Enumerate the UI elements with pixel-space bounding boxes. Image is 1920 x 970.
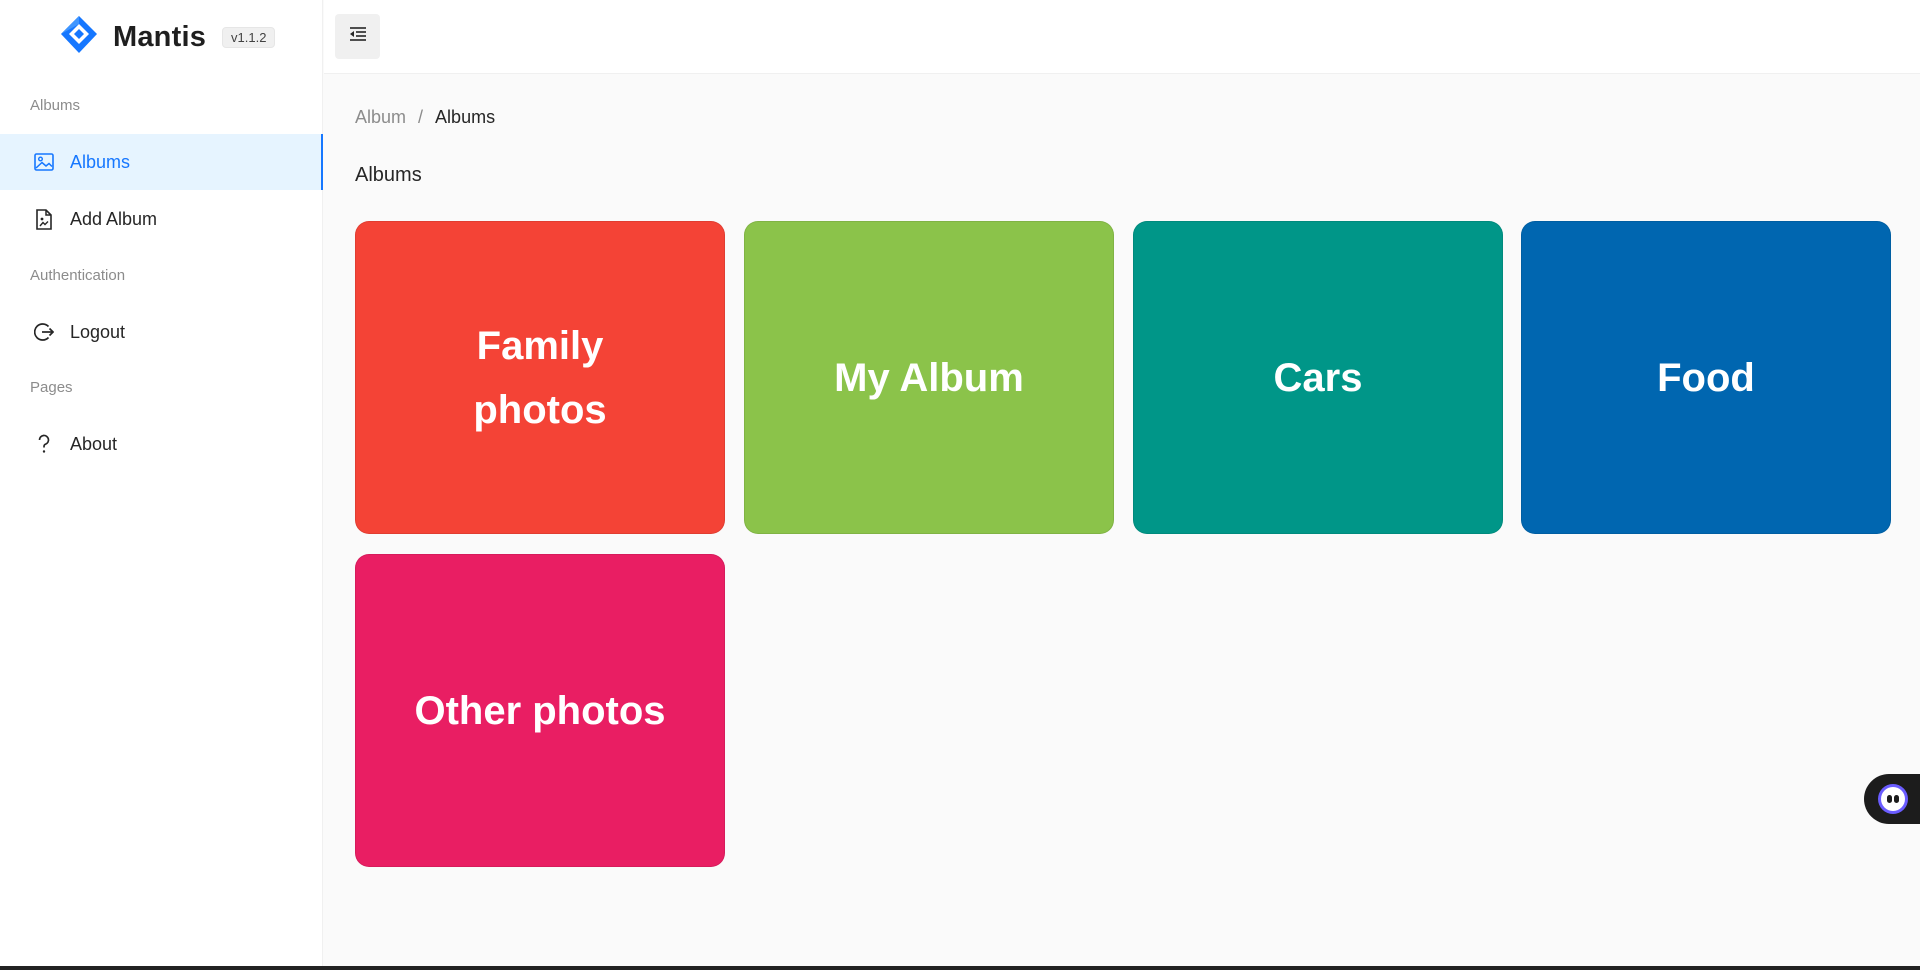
breadcrumb-current: Albums bbox=[435, 107, 496, 127]
chat-widget-button[interactable] bbox=[1864, 774, 1920, 824]
picture-icon bbox=[34, 152, 54, 172]
sidebar: Mantis v1.1.2 Albums Albums Add Album Au… bbox=[0, 0, 323, 966]
sidebar-item-add-album[interactable]: Add Album bbox=[0, 191, 323, 247]
sidebar-item-label: Add Album bbox=[70, 208, 158, 229]
album-title: Food bbox=[1657, 355, 1755, 400]
file-image-icon bbox=[34, 208, 54, 230]
album-card[interactable]: Cars bbox=[1133, 221, 1503, 534]
sidebar-item-about[interactable]: About bbox=[0, 416, 323, 472]
nav-group-title-pages: Pages bbox=[30, 379, 73, 396]
nav-group-title-albums: Albums bbox=[30, 97, 81, 114]
mantis-logo-icon bbox=[60, 15, 98, 60]
logout-icon bbox=[34, 322, 54, 342]
album-card[interactable]: Family photos bbox=[355, 221, 725, 534]
brand[interactable]: Mantis v1.1.2 bbox=[60, 15, 276, 60]
album-title: Family photos bbox=[473, 323, 607, 432]
sidebar-toggle-button[interactable] bbox=[335, 14, 380, 59]
page-title: Albums bbox=[355, 164, 422, 186]
nav-group-title-authentication: Authentication bbox=[30, 267, 126, 284]
window-bottom-border bbox=[0, 966, 1920, 970]
sidebar-item-label: About bbox=[70, 433, 118, 454]
sidebar-item-albums[interactable]: Albums bbox=[0, 134, 323, 190]
sidebar-item-label: Logout bbox=[70, 321, 126, 342]
top-header bbox=[324, 0, 1920, 74]
breadcrumb-separator: / bbox=[418, 107, 424, 127]
album-title: Other photos bbox=[414, 688, 666, 733]
breadcrumb: Album / Albums bbox=[355, 107, 495, 128]
menu-fold-icon bbox=[349, 26, 367, 47]
sidebar-item-label: Albums bbox=[70, 151, 131, 172]
album-title: Cars bbox=[1273, 355, 1363, 400]
version-badge: v1.1.2 bbox=[222, 26, 276, 48]
album-card[interactable]: Other photos bbox=[355, 554, 725, 867]
sidebar-item-logout[interactable]: Logout bbox=[0, 304, 323, 360]
breadcrumb-link-album[interactable]: Album bbox=[355, 107, 406, 128]
album-title: My Album bbox=[834, 355, 1024, 400]
album-card[interactable]: My Album bbox=[744, 221, 1114, 534]
question-icon bbox=[34, 434, 54, 454]
brand-name: Mantis bbox=[113, 20, 207, 53]
album-card[interactable]: Food bbox=[1521, 221, 1891, 534]
chatbot-face-icon bbox=[1878, 784, 1908, 814]
